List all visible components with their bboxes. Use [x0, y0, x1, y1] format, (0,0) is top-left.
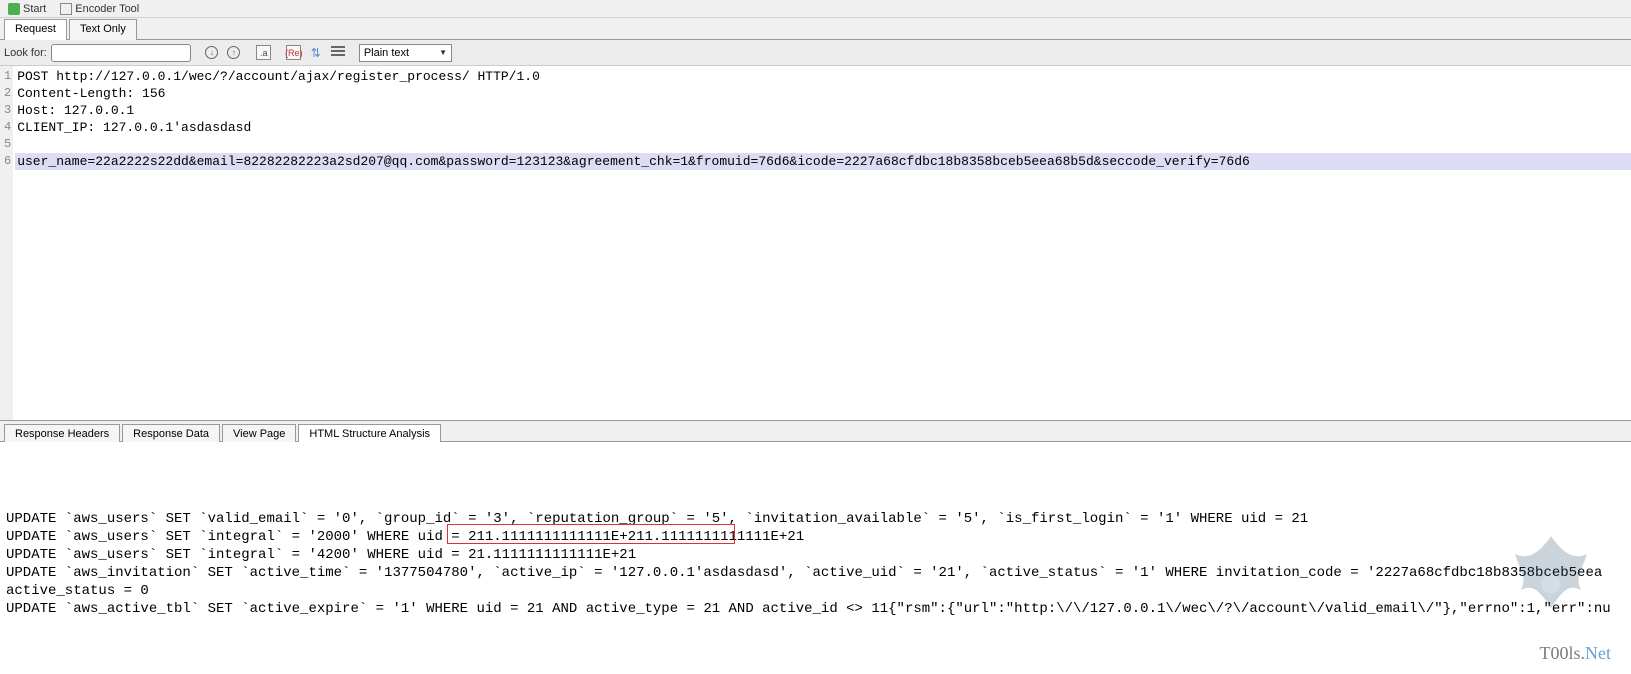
look-for-label: Look for: — [4, 47, 47, 59]
list-button[interactable] — [329, 44, 347, 62]
response-data-pane[interactable]: UPDATE `aws_users` SET `valid_email` = '… — [0, 442, 1631, 674]
response-line: UPDATE `aws_invitation` SET `active_time… — [6, 564, 1625, 582]
encoder-tool-button[interactable]: Encoder Tool — [56, 2, 143, 16]
swap-icon: ⇅ — [311, 46, 321, 60]
line-gutter: 123456 — [0, 66, 13, 420]
tab-html-analysis[interactable]: HTML Structure Analysis — [298, 424, 441, 442]
watermark-text: T00ls.Net — [1539, 643, 1611, 664]
code-line[interactable]: user_name=22a2222s22dd&email=82282282223… — [15, 153, 1631, 170]
chevron-down-icon: ▼ — [439, 48, 447, 57]
start-label: Start — [23, 3, 46, 15]
code-line[interactable]: Host: 127.0.0.1 — [15, 102, 1631, 119]
code-line[interactable]: Content-Length: 156 — [15, 85, 1631, 102]
start-button[interactable]: Start — [4, 2, 50, 16]
tab-text-only[interactable]: Text Only — [69, 19, 137, 40]
response-line: UPDATE `aws_users` SET `valid_email` = '… — [6, 510, 1625, 528]
tab-response-headers[interactable]: Response Headers — [4, 424, 120, 442]
encoder-label: Encoder Tool — [75, 3, 139, 15]
play-icon — [8, 3, 20, 15]
request-editor[interactable]: 123456 POST http://127.0.0.1/wec/?/accou… — [0, 66, 1631, 420]
upper-tab-bar: Request Text Only — [0, 18, 1631, 40]
dropdown-value: Plain text — [364, 47, 409, 59]
case-sensitive-button[interactable]: .a — [255, 44, 273, 62]
regex-icon: (Re) — [286, 45, 301, 60]
code-line[interactable]: CLIENT_IP: 127.0.0.1'asdasdasd — [15, 119, 1631, 136]
tool-icon — [60, 3, 72, 15]
tab-view-page[interactable]: View Page — [222, 424, 296, 442]
search-toolbar: Look for: ↓ ↑ .a (Re) ⇅ Plain text ▼ — [0, 40, 1631, 66]
arrow-down-circle-icon: ↓ — [205, 46, 218, 59]
top-toolbar: Start Encoder Tool — [0, 0, 1631, 18]
response-line: UPDATE `aws_active_tbl` SET `active_expi… — [6, 600, 1625, 618]
code-content[interactable]: POST http://127.0.0.1/wec/?/account/ajax… — [13, 66, 1631, 420]
find-down-button[interactable]: ↓ — [203, 44, 221, 62]
case-a-icon: .a — [256, 45, 271, 60]
replace-button[interactable]: ⇅ — [307, 44, 325, 62]
response-line: UPDATE `aws_users` SET `integral` = '200… — [6, 528, 1625, 546]
search-input[interactable] — [51, 44, 191, 62]
code-line[interactable] — [15, 136, 1631, 153]
regex-button[interactable]: (Re) — [285, 44, 303, 62]
lower-tab-bar: Response Headers Response Data View Page… — [0, 420, 1631, 442]
tab-request[interactable]: Request — [4, 19, 67, 40]
response-line: active_status = 0 — [6, 582, 1625, 600]
code-line[interactable]: POST http://127.0.0.1/wec/?/account/ajax… — [15, 68, 1631, 85]
encoding-dropdown[interactable]: Plain text ▼ — [359, 44, 452, 62]
list-icon — [331, 46, 345, 60]
arrow-up-circle-icon: ↑ — [227, 46, 240, 59]
find-up-button[interactable]: ↑ — [225, 44, 243, 62]
tab-response-data[interactable]: Response Data — [122, 424, 220, 442]
response-line: UPDATE `aws_users` SET `integral` = '420… — [6, 546, 1625, 564]
